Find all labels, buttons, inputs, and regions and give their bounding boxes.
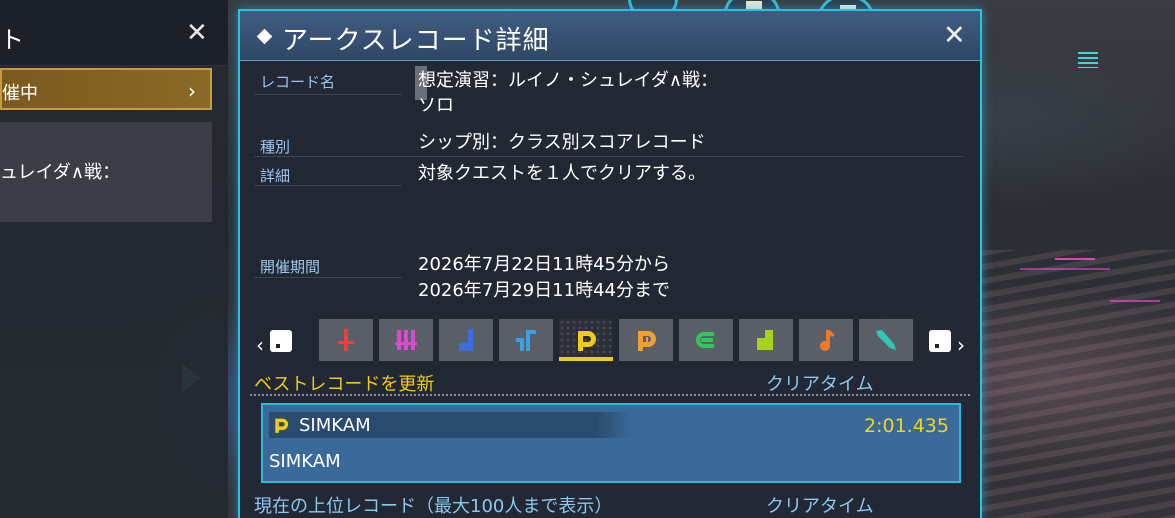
best-record-entry[interactable]: SIMKAM 2:01.435 SIMKAM [261,403,961,483]
record-name-line1: 想定演習：ルイノ・シュレイダ∧戦： [418,70,719,91]
divider [250,394,756,396]
class-tab-waker[interactable] [799,319,853,361]
waker-icon [820,330,835,351]
divider [254,277,402,278]
chevron-right-icon: › [188,79,196,103]
tab-in-progress[interactable]: 催中 › [0,68,212,110]
type-value: シップ別：クラス別スコアレコード [418,132,706,153]
neon-line [1020,268,1110,270]
divider [760,394,970,396]
record-name-label: レコード名 [260,73,336,91]
selected-class-indicator [559,357,613,361]
period-end: 2026年7月29日11時44分まで [418,280,670,301]
record-name-line2: ソロ [418,95,454,116]
fighter-icon [395,330,417,350]
shoulder-button-icon [929,330,951,352]
divider [254,94,402,95]
record-list-item-label: ュレイダ∧戦： [0,162,121,183]
dialog-title: アークスレコード詳細 [282,26,550,56]
diamond-icon [256,28,273,45]
class-tab-gunner[interactable] [499,319,553,361]
gunner-icon [516,330,536,351]
class-tab-bouncer[interactable] [739,319,793,361]
next-arrow-icon[interactable]: › [957,333,965,357]
detail-label: 詳細 [260,167,291,185]
divider [254,185,402,186]
force-icon [578,331,596,351]
class-tab-techter[interactable] [619,319,673,361]
class-tab-ranger[interactable] [439,319,493,361]
ranking-heading: 現在の上位レコード（最大100人まで表示） [254,496,613,517]
best-clear-time: 2:01.435 [864,415,949,437]
neon-line [1055,258,1095,260]
ranger-icon [459,329,473,351]
clear-time-heading: クリアタイム [766,374,874,395]
neon-line [1110,300,1160,302]
left-panel-header: ト ✕ [0,0,228,66]
dialog-header: アークスレコード詳細 ✕ [240,11,980,61]
period-label: 開催期間 [260,258,321,276]
slayer-icon [876,330,896,350]
record-list-panel: ト ✕ 催中 › ュレイダ∧戦： [0,0,228,518]
background-stairs [982,250,1175,518]
close-icon[interactable]: ✕ [943,20,966,51]
best-record-heading: ベストレコードを更新 [254,374,435,395]
character-name: SIMKAM [269,451,341,472]
class-tab-slayer[interactable] [859,319,913,361]
class-tab-braver[interactable] [679,319,733,361]
detail-value: 対象クエストを１人でクリアする。 [418,163,706,184]
record-list-item[interactable]: ュレイダ∧戦： [0,122,212,222]
braver-icon [696,332,714,348]
hud-marker-icon [1078,52,1098,68]
left-panel-title: ト [0,26,24,54]
class-tab-hunter[interactable] [319,319,373,361]
arks-record-detail-dialog: アークスレコード詳細 ✕ レコード名 想定演習：ルイノ・シュレイダ∧戦： ソロ … [238,9,982,518]
hunter-icon [338,329,354,351]
type-label: 種別 [260,138,291,156]
force-icon [275,418,289,433]
class-selector: ‹ › [240,319,980,369]
tab-label: 催中 [2,83,38,104]
divider [254,156,964,157]
period-start: 2026年7月22日11時45分から [418,254,670,275]
class-tab-force[interactable] [559,319,613,361]
player-name: SIMKAM [299,415,371,436]
class-tab-fighter[interactable] [379,319,433,361]
left-close-icon[interactable]: ✕ [186,18,208,48]
ranking-time-heading: クリアタイム [766,496,874,517]
techter-icon [638,331,656,351]
shoulder-button-icon [270,330,292,352]
bouncer-icon [757,330,773,350]
prev-arrow-icon[interactable]: ‹ [256,333,264,357]
